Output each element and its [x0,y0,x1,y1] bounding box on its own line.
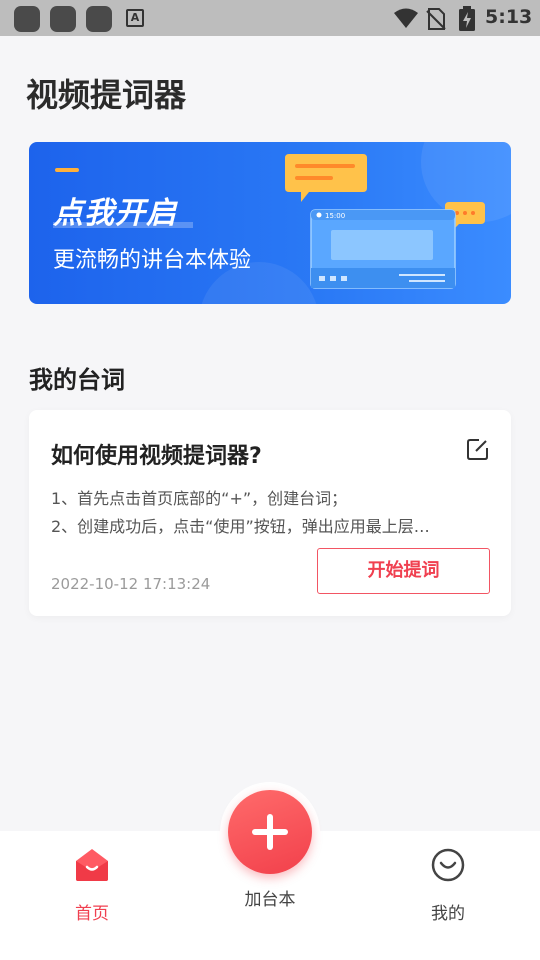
nav-item-home[interactable]: 首页 [62,845,122,924]
script-date: 2022-10-12 17:13:24 [51,575,211,593]
banner-subtitle: 更流畅的讲台本体验 [53,248,252,273]
home-icon [76,849,108,881]
smile-profile-icon [431,848,465,882]
banner-heading: 点我开启 [53,196,177,231]
battery-charging-icon [459,6,475,31]
section-title-my-scripts: 我的台词 [29,366,125,394]
script-title: 如何使用视频提词器? [51,444,262,469]
app-screen: A 5:13 视频提词器 点我开启 更流畅的讲台本体验 15:00 我的台词 如… [0,0,540,960]
nav-label-mine: 我的 [431,904,465,924]
status-bar: A 5:13 [0,0,540,36]
edit-icon[interactable] [467,438,489,460]
page-title: 视频提词器 [26,76,187,114]
nav-label-home: 首页 [75,904,109,924]
font-a-icon: A [126,9,144,27]
banner-accent-dash [55,168,79,172]
notification-icon [14,6,40,32]
plus-icon [267,814,273,850]
notification-icon [86,6,112,32]
start-prompting-button[interactable]: 开始提词 [317,548,490,594]
wifi-icon [394,8,418,28]
nav-label-add-script[interactable]: 加台本 [220,885,320,910]
screen-time-label: 15:00 [325,212,345,220]
notification-icon [50,6,76,32]
script-preview-line: 1、首先点击首页底部的“+”，创建台词； [51,489,348,508]
script-preview-line: 2、创建成功后，点击“使用”按钮，弹出应用最上层… [51,517,430,536]
script-card[interactable]: 如何使用视频提词器? 1、首先点击首页底部的“+”，创建台词； 2、创建成功后，… [29,410,511,616]
status-time: 5:13 [485,6,533,28]
teleprompter-banner[interactable]: 点我开启 更流畅的讲台本体验 15:00 [29,142,511,304]
teleprompter-screen-illustration: 15:00 [285,154,485,289]
add-script-button[interactable] [228,790,312,874]
nav-item-mine[interactable]: 我的 [418,845,478,924]
no-sim-icon [426,8,446,30]
